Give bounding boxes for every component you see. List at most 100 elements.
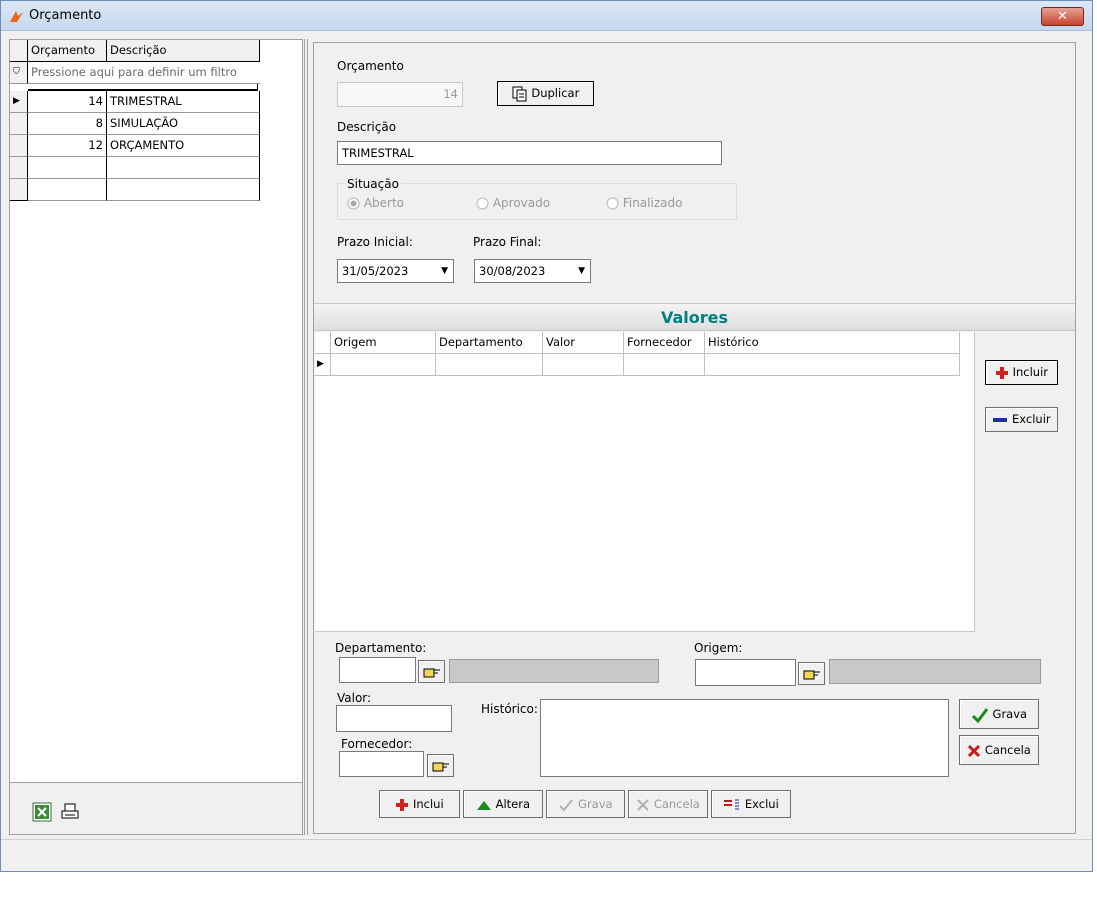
empty-cell xyxy=(28,157,107,179)
radio-finalizado[interactable]: Finalizado xyxy=(606,196,682,210)
cell-valor[interactable] xyxy=(543,354,624,376)
valores-grid-header: Origem Departamento Valor Fornecedor His… xyxy=(315,332,974,354)
table-row[interactable]: 12 ORÇAMENTO xyxy=(10,135,260,157)
print-icon[interactable] xyxy=(60,802,80,822)
row-indicator xyxy=(10,179,28,201)
chevron-down-icon[interactable]: ▼ xyxy=(441,260,448,282)
prazo-inicial-label: Prazo Inicial: xyxy=(337,235,413,249)
close-button[interactable]: ✕ xyxy=(1041,7,1084,26)
departamento-label: Departamento: xyxy=(335,641,427,655)
fornecedor-lookup-button[interactable] xyxy=(427,754,454,777)
plus-icon xyxy=(995,366,1008,379)
excel-export-icon[interactable] xyxy=(32,802,52,822)
row-indicator xyxy=(10,157,28,179)
origem-label: Origem: xyxy=(694,641,743,655)
inclui-label: Inclui xyxy=(412,797,444,811)
historico-label: Histórico: xyxy=(481,702,538,716)
column-header-origem[interactable]: Origem xyxy=(331,332,436,354)
valor-label: Valor: xyxy=(337,691,372,705)
main-window: Orçamento ✕ Orçamento Descrição ⛉ Pressi… xyxy=(0,0,1093,872)
window-title: Orçamento xyxy=(29,8,102,23)
column-header-fornecedor[interactable]: Fornecedor xyxy=(624,332,705,354)
origem-lookup-button[interactable] xyxy=(798,662,825,685)
grid-separator xyxy=(28,84,258,91)
title-bar: Orçamento ✕ xyxy=(1,1,1092,31)
departamento-code-input[interactable] xyxy=(339,657,416,683)
empty-row xyxy=(10,157,260,179)
situacao-label: Situação xyxy=(345,177,401,191)
cell-origem[interactable] xyxy=(331,354,436,376)
app-logo-icon xyxy=(10,11,23,22)
duplicate-icon xyxy=(512,86,527,101)
grava-button[interactable]: Grava xyxy=(546,790,625,818)
cell-historico[interactable] xyxy=(705,354,960,376)
column-header-historico[interactable]: Histórico xyxy=(705,332,960,354)
current-row-pointer-icon: ▶ xyxy=(10,91,28,113)
fornecedor-code-input[interactable] xyxy=(339,751,424,777)
grava-label: Grava xyxy=(578,797,613,811)
row-orcamento: 12 xyxy=(28,135,107,157)
pointing-hand-icon xyxy=(432,762,449,771)
row-indicator-header xyxy=(315,332,331,354)
delete-row-icon xyxy=(724,798,739,811)
column-header-valor[interactable]: Valor xyxy=(543,332,624,354)
exclui-button[interactable]: Exclui xyxy=(711,790,791,818)
prazo-inicial-picker[interactable]: 31/05/2023 ▼ xyxy=(337,259,454,283)
pane-splitter[interactable] xyxy=(304,39,308,835)
cancela-entry-button[interactable]: Cancela xyxy=(959,735,1039,765)
radio-aberto-label: Aberto xyxy=(363,196,405,210)
minus-icon xyxy=(993,417,1008,422)
prazo-final-label: Prazo Final: xyxy=(473,235,542,249)
exclui-label: Exclui xyxy=(744,797,779,811)
left-pane-footer xyxy=(10,783,302,834)
detail-pane: Orçamento 14 Duplicar Descrição TRIMESTR… xyxy=(313,42,1076,834)
filter-placeholder[interactable]: Pressione aqui para definir um filtro xyxy=(28,62,260,84)
prazo-final-picker[interactable]: 30/08/2023 ▼ xyxy=(474,259,591,283)
x-icon xyxy=(637,798,649,811)
cancela-entry-label: Cancela xyxy=(984,743,1031,757)
radio-checked-icon xyxy=(347,197,360,210)
status-bar-divider xyxy=(1,839,1092,840)
inclui-button[interactable]: Inclui xyxy=(379,790,460,818)
excluir-button[interactable]: Excluir xyxy=(985,407,1058,432)
row-descricao: ORÇAMENTO xyxy=(107,135,260,157)
table-row[interactable]: ▶ 14 TRIMESTRAL xyxy=(10,91,260,113)
cancela-button[interactable]: Cancela xyxy=(628,790,708,818)
valores-header: Valores xyxy=(314,303,1075,331)
row-indicator-header xyxy=(10,40,28,62)
empty-cell xyxy=(107,179,260,201)
duplicar-button[interactable]: Duplicar xyxy=(497,81,594,106)
filter-row[interactable]: ⛉ Pressione aqui para definir um filtro xyxy=(10,62,260,84)
descricao-input[interactable]: TRIMESTRAL xyxy=(337,141,722,165)
column-header-descricao[interactable]: Descrição xyxy=(107,40,260,62)
cell-fornecedor[interactable] xyxy=(624,354,705,376)
grava-entry-label: Grava xyxy=(992,707,1028,721)
radio-aprovado[interactable]: Aprovado xyxy=(476,196,550,210)
empty-row xyxy=(10,179,260,201)
radio-finalizado-label: Finalizado xyxy=(622,196,683,210)
radio-aberto[interactable]: Aberto xyxy=(347,196,404,210)
chevron-down-icon[interactable]: ▼ xyxy=(578,260,585,282)
row-indicator xyxy=(10,135,28,157)
cell-departamento[interactable] xyxy=(436,354,543,376)
departamento-lookup-button[interactable] xyxy=(418,660,445,683)
checkmark-icon xyxy=(971,707,989,723)
descricao-label: Descrição xyxy=(337,120,397,134)
row-descricao: TRIMESTRAL xyxy=(107,91,260,113)
departamento-description-field xyxy=(449,659,659,683)
historico-textarea[interactable] xyxy=(540,699,949,777)
checkmark-icon xyxy=(559,798,574,811)
table-row[interactable]: ▶ xyxy=(315,354,974,376)
orcamento-field: 14 xyxy=(337,82,463,107)
budget-list-pane: Orçamento Descrição ⛉ Pressione aqui par… xyxy=(9,39,303,835)
grava-entry-button[interactable]: Grava xyxy=(959,699,1039,729)
fornecedor-label: Fornecedor: xyxy=(341,737,413,751)
valor-input[interactable] xyxy=(336,705,452,732)
column-header-orcamento[interactable]: Orçamento xyxy=(28,40,107,62)
origem-code-input[interactable] xyxy=(695,659,796,686)
table-row[interactable]: 8 SIMULAÇÃO xyxy=(10,113,260,135)
altera-button[interactable]: Altera xyxy=(463,790,543,818)
incluir-button[interactable]: Incluir xyxy=(985,360,1058,385)
column-header-departamento[interactable]: Departamento xyxy=(436,332,543,354)
triangle-up-icon xyxy=(476,800,491,810)
